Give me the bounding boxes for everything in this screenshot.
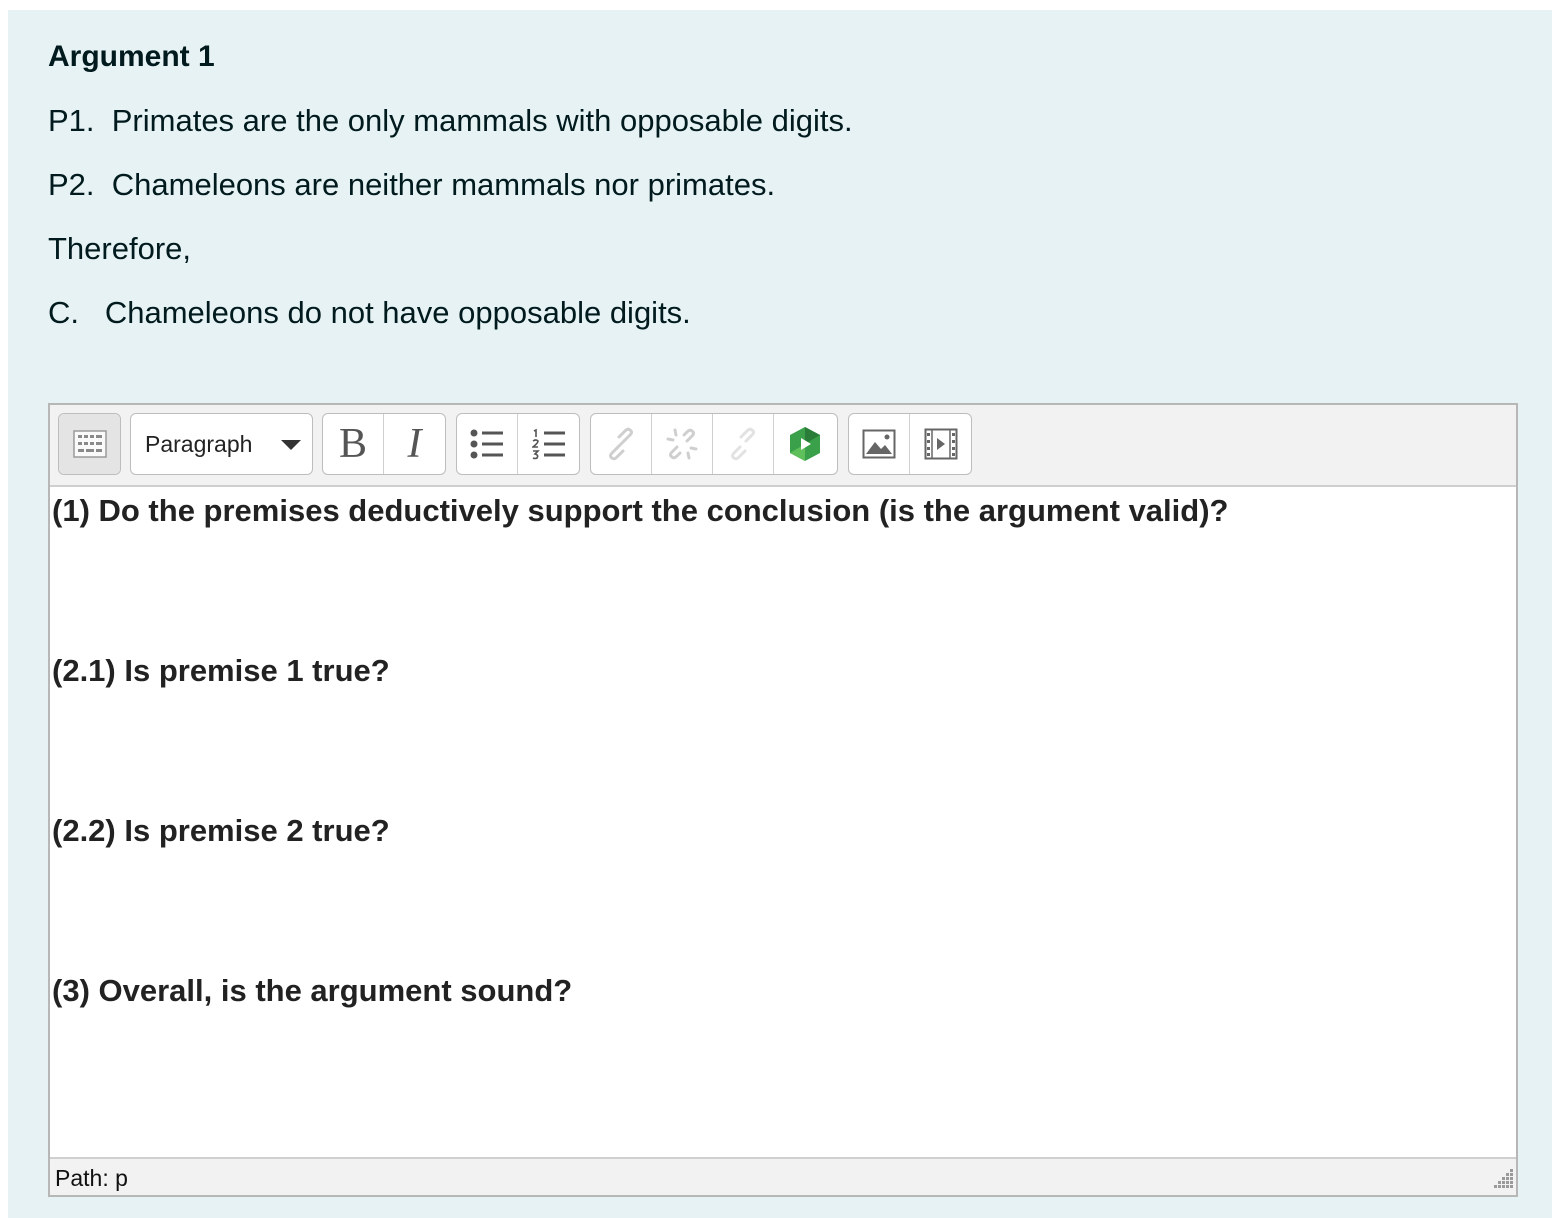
rich-text-editor[interactable]: Paragraph B I (1) Do the premises deduct… bbox=[48, 403, 1518, 1197]
question-1: (1) Do the premises deductively support … bbox=[52, 493, 1229, 528]
media-group bbox=[848, 413, 972, 475]
unordered-list-button[interactable] bbox=[457, 414, 518, 474]
element-path: Path: p bbox=[55, 1165, 128, 1191]
bold-icon: B bbox=[338, 421, 367, 467]
insert-media-button[interactable] bbox=[910, 414, 971, 474]
question-2-1: (2.1) Is premise 1 true? bbox=[52, 653, 390, 688]
bold-button[interactable]: B bbox=[323, 414, 384, 474]
toolbar-group-toggle bbox=[58, 413, 121, 475]
editor-statusbar: Path: p bbox=[50, 1157, 1516, 1195]
premise-2: P2. Chameleons are neither mammals nor p… bbox=[48, 167, 776, 202]
panopto-button[interactable] bbox=[774, 414, 835, 474]
unordered-list-icon bbox=[470, 429, 503, 459]
link-group bbox=[590, 413, 838, 475]
conclusion: C. Chameleons do not have opposable digi… bbox=[48, 295, 691, 330]
argument-title: Argument 1 bbox=[48, 40, 215, 73]
editor-toolbar: Paragraph B I bbox=[50, 405, 1516, 487]
ordered-list-icon bbox=[531, 428, 565, 460]
media-icon bbox=[924, 428, 957, 460]
question-panel: Argument 1 P1. Primates are the only mam… bbox=[8, 10, 1552, 1218]
chevron-down-icon bbox=[281, 440, 301, 450]
question-2-2: (2.2) Is premise 2 true? bbox=[52, 813, 390, 848]
unlink-icon bbox=[666, 428, 698, 460]
italic-button[interactable]: I bbox=[384, 414, 445, 474]
list-group bbox=[456, 413, 580, 475]
premise-1: P1. Primates are the only mammals with o… bbox=[48, 103, 853, 138]
ordered-list-button[interactable] bbox=[518, 414, 579, 474]
italic-icon: I bbox=[407, 421, 422, 467]
paragraph-format-value: Paragraph bbox=[145, 430, 253, 457]
show-more-icon bbox=[72, 430, 107, 458]
link-disabled-icon bbox=[731, 427, 755, 461]
insert-image-button[interactable] bbox=[849, 414, 910, 474]
unlink-button[interactable] bbox=[652, 414, 713, 474]
link-icon bbox=[609, 427, 633, 461]
link-button[interactable] bbox=[591, 414, 652, 474]
style-group: B I bbox=[322, 413, 446, 475]
format-select-group: Paragraph bbox=[130, 413, 313, 475]
image-icon bbox=[862, 429, 896, 459]
resize-grip-icon[interactable] bbox=[1486, 1165, 1514, 1193]
therefore-line: Therefore, bbox=[48, 231, 192, 266]
show-more-buttons[interactable] bbox=[59, 414, 120, 474]
link-disabled-button[interactable] bbox=[713, 414, 774, 474]
panopto-icon bbox=[789, 427, 820, 461]
question-3: (3) Overall, is the argument sound? bbox=[52, 973, 573, 1008]
paragraph-format-select[interactable]: Paragraph bbox=[131, 414, 311, 474]
